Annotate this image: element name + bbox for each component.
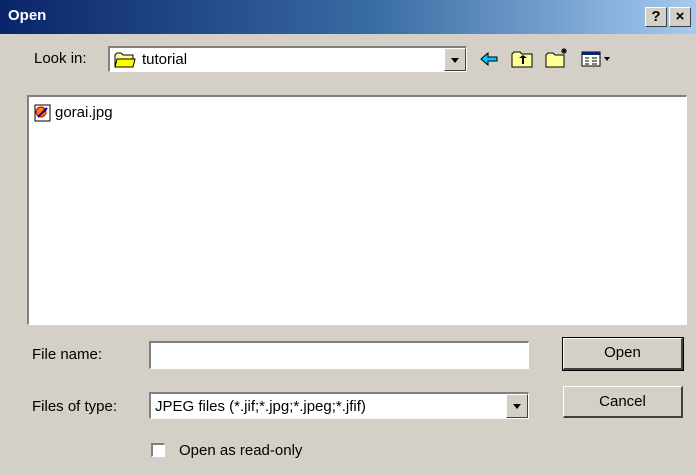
look-in-label: Look in: xyxy=(34,50,87,67)
cancel-button[interactable]: Cancel xyxy=(563,386,683,418)
close-button[interactable]: × xyxy=(669,7,691,27)
file-list[interactable]: gorai.jpg xyxy=(27,95,687,325)
help-button[interactable]: ? xyxy=(645,7,667,27)
read-only-label[interactable]: Open as read-only xyxy=(179,442,302,459)
open-button-label: Open xyxy=(604,344,641,361)
up-folder-icon[interactable] xyxy=(510,49,534,69)
help-icon: ? xyxy=(651,8,661,25)
window-title: Open xyxy=(8,7,47,24)
folder-icon xyxy=(114,52,136,68)
cancel-button-label: Cancel xyxy=(599,393,646,410)
look-in-combo[interactable]: tutorial xyxy=(108,46,467,72)
file-type-dropdown-arrow[interactable] xyxy=(506,394,528,418)
new-folder-icon[interactable] xyxy=(544,47,570,69)
look-in-value: tutorial xyxy=(142,51,188,68)
look-in-dropdown-arrow[interactable] xyxy=(444,48,466,71)
file-type-label: Files of type: xyxy=(32,398,118,415)
file-type-combo[interactable]: JPEG files (*.jif;*.jpg;*.jpeg;*.jfif) xyxy=(149,392,529,419)
open-button[interactable]: Open xyxy=(562,337,684,371)
back-icon[interactable] xyxy=(478,49,500,69)
title-bar: Open ? × xyxy=(0,0,696,34)
file-type-value: JPEG files (*.jif;*.jpg;*.jpeg;*.jfif) xyxy=(155,398,366,415)
jpeg-file-icon xyxy=(34,104,51,122)
view-menu-icon[interactable] xyxy=(580,49,612,69)
close-icon: × xyxy=(675,8,685,25)
file-name-label: File name: xyxy=(32,346,103,363)
file-name-text: gorai.jpg xyxy=(55,104,113,121)
read-only-checkbox[interactable] xyxy=(151,443,165,457)
file-name-input[interactable] xyxy=(149,341,529,369)
